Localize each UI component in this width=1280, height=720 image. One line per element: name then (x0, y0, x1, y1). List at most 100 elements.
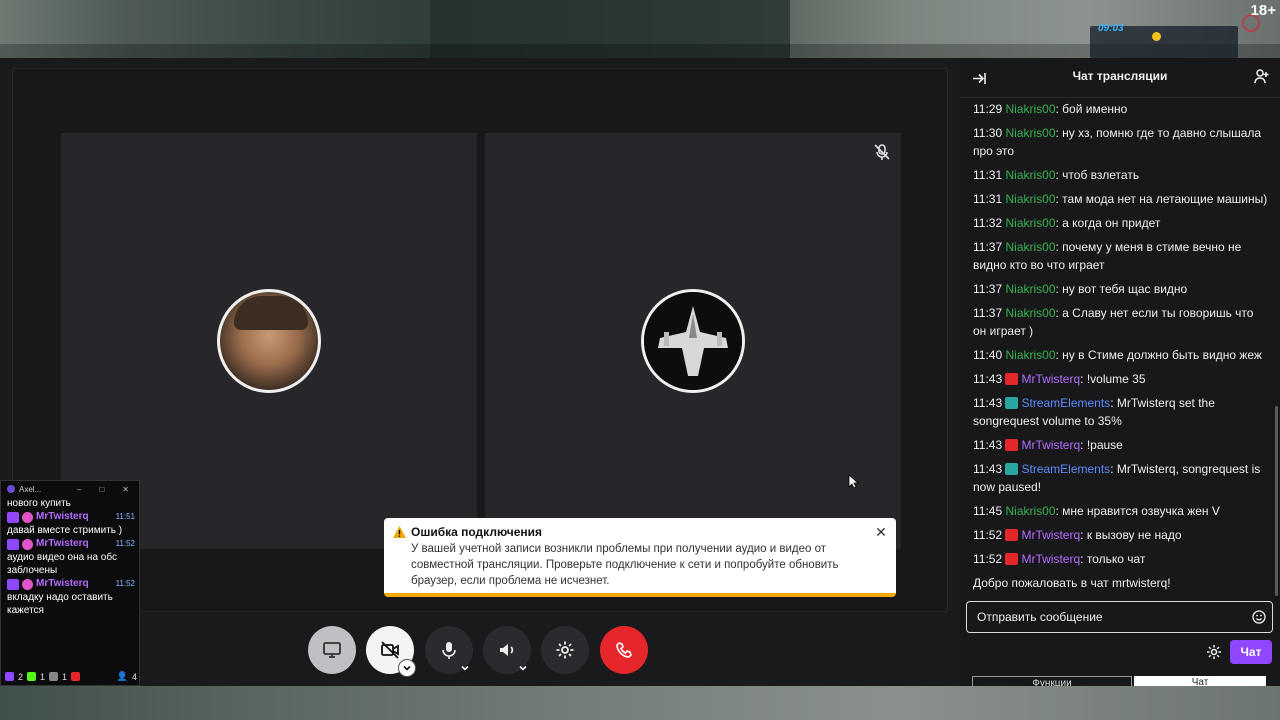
message-time: 11:31 (973, 168, 1003, 182)
overlay-chat-widget: Axel... – □ ✕ нового купить MrTwisterq 11:5… (0, 480, 140, 686)
participant-tile-right[interactable] (485, 133, 901, 549)
overlay-username: MrTwisterq (36, 538, 89, 549)
overlay-message-header: MrTwisterq 11:52 (1, 577, 139, 591)
chat-message: 11:30 Niakris00: ну хз, помню где то дав… (973, 124, 1270, 160)
overlay-message-text: вкладку надо оставить кажется (7, 592, 113, 616)
viewers-icon: 👤 (116, 671, 128, 681)
stat-value: 1 (62, 671, 68, 682)
overlay-message-text: давай вместе стримить ) (7, 525, 123, 536)
tab-functions[interactable]: Функции (972, 676, 1132, 686)
bot-badge-icon (1005, 463, 1019, 475)
message-username[interactable]: StreamElements (1021, 462, 1110, 476)
chat-message: 11:31 Niakris00: чтоб взлетать (973, 166, 1270, 184)
message-time: 11:37 (973, 282, 1003, 296)
overlay-message-header: MrTwisterq 11:51 (1, 510, 139, 524)
game-background-bottom (0, 686, 1280, 720)
emoji-icon[interactable] (1252, 610, 1266, 624)
game-timer: 09:03 (1098, 23, 1124, 34)
message-time: 11:52 (973, 528, 1003, 542)
chat-message: 11:31 Niakris00: там мода нет на летающи… (973, 190, 1270, 208)
message-time: 11:45 (973, 504, 1003, 518)
message-time: 11:40 (973, 348, 1003, 362)
chat-input[interactable]: Отправить сообщение (966, 601, 1273, 633)
message-username[interactable]: Niakris00 (1005, 192, 1055, 206)
chat-message: 11:52 MrTwisterq: только чат (973, 550, 1270, 568)
tab-chat[interactable]: Чат (1134, 676, 1266, 686)
speaker-icon (500, 644, 514, 656)
message-username[interactable]: Niakris00 (1005, 102, 1055, 116)
chat-message: 11:43 MrTwisterq: !pause (973, 436, 1270, 454)
camera-off-icon (381, 641, 399, 659)
message-username[interactable]: Niakris00 (1005, 348, 1055, 362)
chat-welcome-message: Добро пожаловать в чат mrtwisterq! (973, 576, 1171, 590)
message-time: 11:30 (973, 126, 1003, 140)
chat-header: Чат трансляции (960, 58, 1280, 98)
bot-badge-icon (1005, 397, 1019, 409)
message-time: 11:43 (973, 462, 1003, 476)
message-time: 11:31 (973, 192, 1003, 206)
users-icon[interactable] (1254, 68, 1270, 84)
broadcaster-badge-icon (1005, 553, 1019, 565)
message-text: : а когда он придет (1055, 216, 1161, 230)
badge-icon (22, 511, 33, 523)
kick-icon (27, 672, 37, 681)
stat-value: 1 (40, 671, 46, 682)
share-screen-button[interactable] (308, 626, 356, 674)
chat-message: 11:37 Niakris00: а Славу нет если ты гов… (973, 304, 1270, 340)
chat-message: 11:43 StreamElements: MrTwisterq set the… (973, 394, 1270, 430)
chat-input-placeholder: Отправить сообщение (977, 610, 1103, 624)
message-time: 11:32 (973, 216, 1003, 230)
overlay-message-header: MrTwisterq 11:52 (1, 537, 139, 551)
toast-title: Ошибка подключения (411, 525, 543, 539)
chat-send-button[interactable]: Чат (1230, 640, 1272, 664)
message-username[interactable]: StreamElements (1021, 396, 1110, 410)
message-username[interactable]: Niakris00 (1005, 240, 1055, 254)
chat-message: 11:37 Niakris00: ну вот тебя щас видно (973, 280, 1270, 298)
end-call-button[interactable] (600, 626, 648, 674)
chat-scrollbar[interactable] (1275, 406, 1278, 596)
close-icon[interactable]: ✕ (122, 485, 129, 494)
call-settings-button[interactable] (541, 626, 589, 674)
message-text: : !volume 35 (1080, 372, 1146, 386)
microphone-options-chevron[interactable] (456, 659, 474, 677)
message-username[interactable]: Niakris00 (1005, 126, 1055, 140)
overlay-message-text: аудио видео она на обс заблочены (7, 552, 117, 576)
phone-icon (616, 642, 632, 658)
maximize-icon[interactable]: □ (99, 485, 104, 494)
close-icon[interactable]: ✕ (874, 525, 888, 539)
mouse-cursor-icon (848, 474, 858, 489)
overlay-titlebar[interactable]: Axel... – □ ✕ (1, 481, 139, 497)
message-username[interactable]: MrTwisterq (1021, 372, 1080, 386)
overlay-time: 11:52 (115, 579, 135, 588)
message-username[interactable]: Niakris00 (1005, 306, 1055, 320)
twitch-icon (7, 511, 19, 523)
overlay-username: MrTwisterq (36, 578, 89, 589)
overlay-message-text: нового купить (7, 498, 71, 509)
chat-message: 11:32 Niakris00: а когда он придет (973, 214, 1270, 232)
message-time: 11:29 (973, 102, 1003, 116)
message-username[interactable]: MrTwisterq (1021, 438, 1080, 452)
message-username[interactable]: MrTwisterq (1021, 528, 1080, 542)
chat-message: 11:45 Niakris00: мне нравится озвучка же… (973, 502, 1270, 520)
message-username[interactable]: Niakris00 (1005, 216, 1055, 230)
gear-icon (556, 641, 574, 659)
chat-message: 11:52 MrTwisterq: к вызову не надо (973, 526, 1270, 544)
broadcaster-badge-icon (1005, 373, 1019, 385)
message-username[interactable]: Niakris00 (1005, 168, 1055, 182)
camera-options-chevron[interactable] (398, 659, 416, 677)
broadcaster-badge-icon (1005, 529, 1019, 541)
gear-icon[interactable] (1206, 644, 1222, 660)
chat-message: 11:29 Niakris00: бой именно (973, 100, 1270, 118)
speaker-options-chevron[interactable] (514, 659, 532, 677)
broadcaster-badge-icon (1005, 439, 1019, 451)
chat-message-list[interactable]: 11:29 Niakris00: бой именно 11:30 Niakris… (960, 98, 1276, 594)
message-username[interactable]: Niakris00 (1005, 282, 1055, 296)
minimize-icon[interactable]: – (77, 485, 81, 494)
chat-message: 11:37 Niakris00: почему у меня в стиме в… (973, 238, 1270, 274)
chat-message: 11:40 Niakris00: ну в Стиме должно быть … (973, 346, 1270, 364)
overlay-username: MrTwisterq (36, 511, 89, 522)
message-username[interactable]: MrTwisterq (1021, 552, 1080, 566)
message-time: 11:43 (973, 372, 1003, 386)
stream-chat-panel: Чат трансляции 11:29 Niakris00: бой имен… (960, 58, 1280, 686)
message-username[interactable]: Niakris00 (1005, 504, 1055, 518)
